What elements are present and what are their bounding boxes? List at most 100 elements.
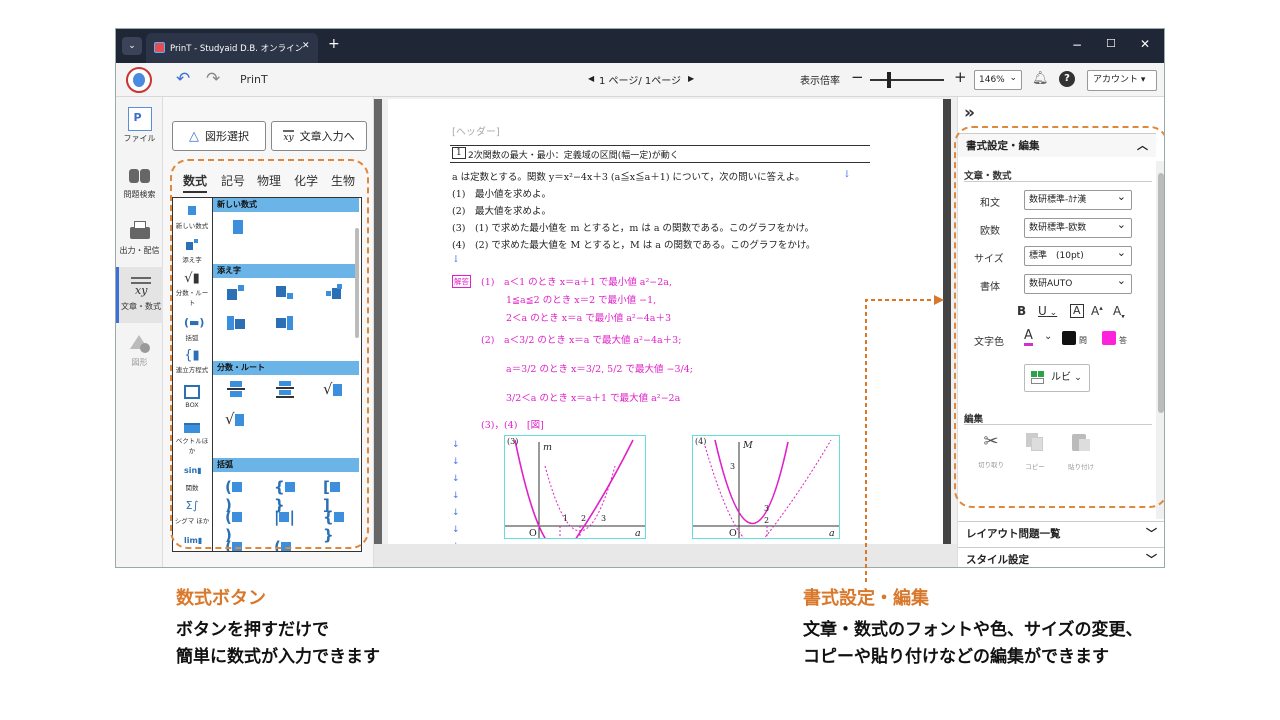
nav-file[interactable]: P ファイル (116, 99, 163, 155)
bell-icon[interactable]: 🔔︎ (1032, 71, 1049, 86)
left-caption-title: 数式ボタン (176, 588, 266, 609)
graph-3-plot (505, 439, 645, 538)
nav-shapes[interactable]: 図形 (116, 323, 163, 379)
problem-line: a は定数とする。関数 y＝x²−4x＋3 (a≦x≦a＋1) について，次の問… (452, 172, 805, 183)
chevron-down-icon: ﹀ (1146, 527, 1157, 540)
answer-line: a＝3/2 のとき x＝3/2, 5/2 で最大値 −3/4; (506, 364, 693, 375)
tab-close-icon[interactable]: ✕ (302, 41, 310, 51)
graph-4-label: (4) (695, 437, 707, 446)
left-caption-line: ボタンを押すだけで (176, 620, 329, 640)
formula-buttons-callout (170, 159, 369, 549)
right-caption-line: 文章・数式のフォントや色、サイズの変更、 (803, 620, 1143, 640)
graph-3-tick: 3 (601, 514, 607, 523)
text-formula-icon: xy (129, 275, 153, 299)
minimize-button[interactable]: − (1072, 38, 1082, 52)
shape-select-label: 図形選択 (205, 130, 249, 143)
problem-line: (3) (1) で求めた最小値を m とすると，m は a の関数である。このグ… (452, 223, 814, 234)
search-binoculars-icon (128, 163, 152, 187)
style-settings-header[interactable]: スタイル設定 ﹀ (958, 547, 1164, 567)
graph-4-axis-x: a (829, 528, 835, 539)
graph-3-axis-y: m (543, 442, 553, 453)
printer-icon (128, 219, 152, 243)
editor-left-scroll (374, 99, 382, 549)
app-toolbar: ↶ ↷ PrinT ◀ 1 ページ/ 1ページ ▶ 表示倍率 − + 146% ⌄… (116, 63, 1164, 97)
zoom-out-button[interactable]: − (851, 68, 864, 86)
answer-tag: 解答 (452, 275, 471, 288)
graph-4-tick: 2 (764, 516, 770, 525)
shapes-icon (128, 331, 152, 355)
browser-tab[interactable]: PrinT - Studyaid D.B. オンライン ✕ (146, 33, 318, 63)
app-logo-icon[interactable] (126, 67, 152, 93)
graph-3-label: (3) (507, 437, 519, 446)
nav-label: 図形 (131, 358, 148, 367)
right-caption-line: コピーや貼り付けなどの編集ができます (803, 647, 1109, 667)
next-page-icon[interactable]: ▶ (688, 74, 694, 83)
file-icon: P (127, 107, 152, 131)
answer-line: 2＜a のとき x＝a で最小値 a²−4a＋3 (506, 313, 671, 324)
problem-title: 2次関数の最大・最小：定義域の区間(幅一定)が動く (468, 151, 679, 161)
problem-line: (4) (2) で求めた最大値を M とすると，M は a の関数である。このグ… (452, 240, 816, 251)
graph-4-origin: O (729, 528, 737, 539)
help-icon: ? (1064, 73, 1070, 84)
page-indicator: 1 ページ/ 1ページ (599, 76, 682, 87)
right-caption-title: 書式設定・編集 (803, 588, 929, 609)
redo-icon[interactable]: ↷ (206, 69, 220, 89)
zoom-slider-thumb[interactable] (887, 72, 891, 88)
help-button[interactable]: ? (1059, 71, 1075, 87)
layout-list-header[interactable]: レイアウト問題一覧 ﹀ (958, 521, 1164, 545)
shape-select-button[interactable]: △ 図形選択 (172, 121, 266, 151)
nav-output[interactable]: 出力・配信 (116, 211, 163, 267)
text-input-label: 文章入力へ (299, 130, 355, 143)
maximize-button[interactable]: ☐ (1106, 37, 1116, 50)
title-bar: ⌄ PrinT - Studyaid D.B. オンライン ✕ + − ☐ ✕ (116, 29, 1164, 63)
nav-label: 文章・数式 (121, 302, 161, 311)
return-mark: ↓ (452, 254, 460, 265)
zoom-in-button[interactable]: + (954, 68, 967, 86)
callout-arrow (865, 295, 944, 582)
nav-text-formula[interactable]: xy 文章・数式 (116, 267, 163, 323)
graph-4-tick: 3 (730, 462, 736, 471)
undo-icon[interactable]: ↶ (176, 69, 190, 89)
collapse-panel-button[interactable]: » (964, 103, 975, 123)
problem-line: (1) 最小値を求めよ。 (452, 189, 551, 200)
problem-line: (2) 最大値を求めよ。 (452, 206, 551, 217)
text-input-button[interactable]: xy 文章入力へ (271, 121, 367, 151)
account-button[interactable]: アカウント ▾ (1087, 70, 1157, 91)
graph-3-origin: O (529, 528, 537, 539)
caret-down-icon: ▾ (1140, 75, 1146, 85)
zoom-slider[interactable] (870, 79, 944, 81)
text-input-icon: xy (283, 129, 294, 143)
app-window: ⌄ PrinT - Studyaid D.B. オンライン ✕ + − ☐ ✕ … (115, 28, 1165, 568)
triangle-select-icon: △ (189, 128, 199, 144)
nav-search[interactable]: 問題検索 (116, 155, 163, 211)
tab-title: PrinT - Studyaid D.B. オンライン (170, 44, 304, 54)
right-panel: » 書式設定・編集︿ 文章・数式 和文 数研標準-ｶﾅ漢 欧数 数研標準-欧数 … (954, 97, 1164, 567)
tab-menu-button[interactable]: ⌄ (122, 37, 142, 55)
chevron-down-icon: ﹀ (1146, 553, 1157, 566)
problem-number: 1 (452, 147, 466, 159)
nav-label: ファイル (123, 134, 156, 143)
nav-label: 問題検索 (123, 190, 156, 199)
account-label: アカウント (1093, 75, 1139, 85)
left-caption-line: 簡単に数式が入力できます (176, 647, 380, 667)
graph-3: (3) m a O 1 2 3 (504, 435, 646, 539)
graph-3-tick: 1 (563, 514, 569, 523)
page-header: [ヘッダー] (452, 127, 500, 138)
answer-line: (3)，(4) [図] (481, 420, 544, 431)
graph-4-axis-y: M (743, 440, 753, 451)
return-mark: ↓ (843, 169, 851, 180)
zoom-select[interactable]: 146% ⌄ (974, 70, 1022, 90)
prev-page-icon[interactable]: ◀ (588, 74, 594, 83)
app-name: PrinT (240, 73, 268, 86)
close-window-button[interactable]: ✕ (1140, 37, 1150, 51)
answer-line: (2) a＜3/2 のとき x＝a で最大値 a²−4a＋3; (481, 335, 682, 346)
zoom-value: 146% (979, 75, 1005, 85)
answer-line: 1≦a≦2 のとき x＝2 で最小値 −1, (506, 295, 657, 306)
return-marks-column: ↓↓↓↓↓↓↓ (452, 440, 460, 552)
zoom-label: 表示倍率 (800, 76, 840, 87)
nav-label: 出力・配信 (119, 246, 160, 255)
left-nav: P ファイル 問題検索 出力・配信 xy 文章・数式 図形 (116, 97, 163, 567)
new-tab-button[interactable]: + (328, 36, 340, 52)
answer-line: (1) a＜1 のとき x＝a＋1 で最小値 a²−2a, (481, 277, 672, 288)
graph-3-axis-x: a (635, 528, 641, 539)
